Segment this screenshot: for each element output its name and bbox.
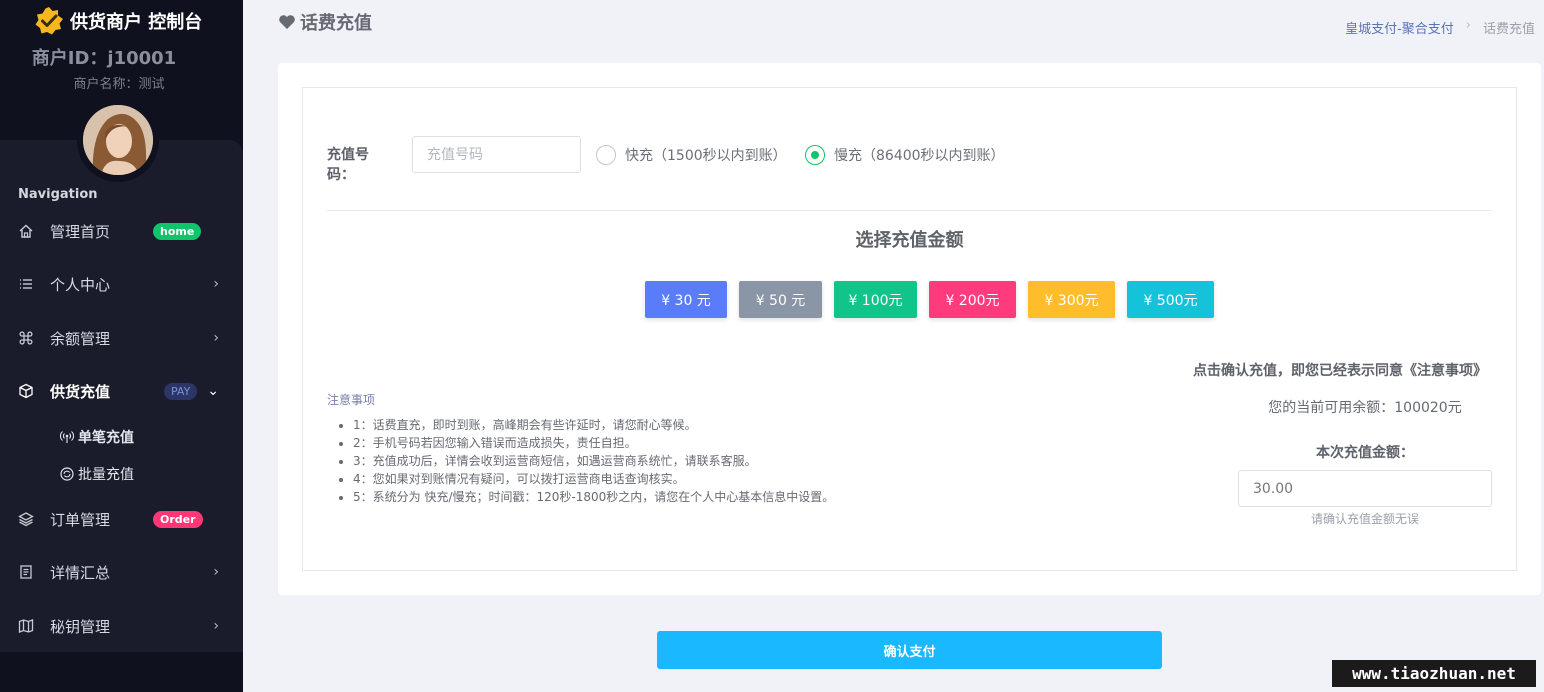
sidebar-item-label: 个人中心	[50, 275, 111, 294]
cube-icon	[18, 383, 34, 399]
page-title-text: 话费充值	[300, 13, 372, 34]
amount-hint: 请确认充值金额无误	[1310, 512, 1419, 526]
radio-fast-label: 快充（1500秒以内到账）	[625, 148, 787, 164]
amount-label: 本次充值金额：	[1316, 445, 1414, 461]
pay-badge: PAY	[164, 382, 198, 400]
radio-slow-circle[interactable]	[805, 145, 825, 165]
radio-fast-circle[interactable]	[596, 145, 616, 165]
sidebar-item-balance[interactable]: 余额管理 ›	[0, 318, 243, 358]
amount-button-50[interactable]: ¥ 50 元	[739, 281, 822, 318]
sidebar-item-profile[interactable]: 个人中心 ›	[0, 264, 243, 304]
sidebar-item-label: 订单管理	[50, 510, 111, 529]
broadcast-icon	[60, 430, 74, 444]
note-item: 2：手机号码若因您输入错误而造成损失，责任自担。	[353, 434, 834, 452]
sidebar: 供货商户 控制台 商户ID：j10001 商户名称：测试 Navigation …	[0, 0, 243, 692]
heart-icon	[279, 15, 295, 29]
sidebar-subitem-single[interactable]: 单笔充值	[60, 427, 134, 447]
watermark: www.tiaozhuan.net	[1332, 660, 1536, 687]
breadcrumb-separator: ›	[1465, 18, 1471, 33]
chevron-right-icon: ›	[213, 330, 219, 346]
agree-text: 点击确认充值，即您已经表示同意《注意事项》	[1193, 363, 1487, 379]
sidebar-item-label: 详情汇总	[50, 563, 111, 582]
avatar-image-icon	[83, 105, 153, 175]
amount-button-500[interactable]: ¥ 500元	[1127, 281, 1214, 318]
breadcrumb: 皇城支付-聚合支付 › 话费充值	[1345, 18, 1535, 37]
amount-options: ¥ 30 元 ¥ 50 元 ¥ 100元 ¥ 200元 ¥ 300元 ¥ 500…	[645, 281, 1214, 318]
confirm-pay-button[interactable]: 确认支付	[657, 631, 1162, 669]
brand-title: 供货商户 控制台	[70, 12, 203, 33]
radio-slow[interactable]: 慢充（86400秒以内到账）	[805, 145, 1005, 165]
document-icon	[18, 564, 34, 580]
phone-input[interactable]	[412, 136, 581, 173]
note-item: 4：您如果对到账情况有疑问，可以拨打运营商电话查询核实。	[353, 470, 834, 488]
sidebar-item-label: 秘钥管理	[50, 617, 111, 636]
radio-slow-label: 慢充（86400秒以内到账）	[834, 148, 1005, 164]
merchant-id: 商户ID：j10001	[31, 48, 177, 69]
sidebar-item-label: 供货充值	[50, 382, 111, 401]
sidebar-item-label: 管理首页	[50, 222, 111, 241]
amount-button-100[interactable]: ¥ 100元	[834, 281, 917, 318]
logo-icon	[35, 7, 63, 35]
map-icon	[18, 618, 34, 634]
amount-button-200[interactable]: ¥ 200元	[929, 281, 1016, 318]
sidebar-item-orders[interactable]: 订单管理 Order	[0, 499, 243, 539]
sidebar-subitem-label: 单笔充值	[78, 430, 134, 446]
refresh-icon	[60, 467, 74, 481]
chevron-right-icon: ›	[213, 276, 219, 292]
command-icon	[18, 330, 34, 346]
sidebar-item-details[interactable]: 详情汇总 ›	[0, 552, 243, 592]
chevron-right-icon: ›	[213, 618, 219, 634]
notes-title: 注意事项	[327, 393, 376, 407]
divider	[327, 210, 1492, 211]
amount-section-title: 选择充值金额	[855, 230, 964, 251]
phone-label: 充值号码：	[327, 147, 369, 183]
note-item: 1：话费直充，即时到账，高峰期会有些许延时，请您耐心等候。	[353, 416, 834, 434]
merchant-name: 商户名称：测试	[73, 77, 165, 92]
nav-section-label: Navigation	[18, 187, 98, 202]
order-badge: Order	[153, 510, 203, 528]
sidebar-item-label: 余额管理	[50, 329, 111, 348]
layers-icon	[18, 511, 34, 527]
amount-input[interactable]	[1238, 470, 1492, 507]
breadcrumb-link[interactable]: 皇城支付-聚合支付	[1345, 18, 1454, 37]
home-icon	[18, 223, 34, 239]
sidebar-item-recharge[interactable]: 供货充值 PAY ⌄	[0, 371, 243, 411]
chevron-down-icon: ⌄	[207, 383, 219, 399]
chevron-right-icon: ›	[213, 564, 219, 580]
avatar[interactable]	[83, 105, 153, 175]
home-badge: home	[153, 222, 202, 240]
sidebar-item-home[interactable]: 管理首页 home	[0, 211, 243, 251]
note-item: 5：系统分为 快充/慢充；时间戳：120秒-1800秒之内，请您在个人中心基本信…	[353, 488, 834, 506]
list-icon	[18, 276, 34, 292]
notes-list: 1：话费直充，即时到账，高峰期会有些许延时，请您耐心等候。 2：手机号码若因您输…	[353, 416, 834, 506]
sidebar-item-keys[interactable]: 秘钥管理 ›	[0, 606, 243, 646]
brand[interactable]: 供货商户 控制台	[34, 6, 202, 36]
amount-button-300[interactable]: ¥ 300元	[1028, 281, 1115, 318]
note-item: 3：充值成功后，详情会收到运营商短信，如遇运营商系统忙，请联系客服。	[353, 452, 834, 470]
radio-fast[interactable]: 快充（1500秒以内到账）	[596, 145, 787, 165]
balance-text: 您的当前可用余额：100020元	[1268, 400, 1462, 416]
sidebar-subitem-label: 批量充值	[78, 467, 134, 483]
sidebar-subitem-batch[interactable]: 批量充值	[60, 464, 134, 484]
breadcrumb-current: 话费充值	[1482, 22, 1535, 37]
page-title: 话费充值	[278, 9, 372, 35]
amount-button-30[interactable]: ¥ 30 元	[645, 281, 727, 318]
